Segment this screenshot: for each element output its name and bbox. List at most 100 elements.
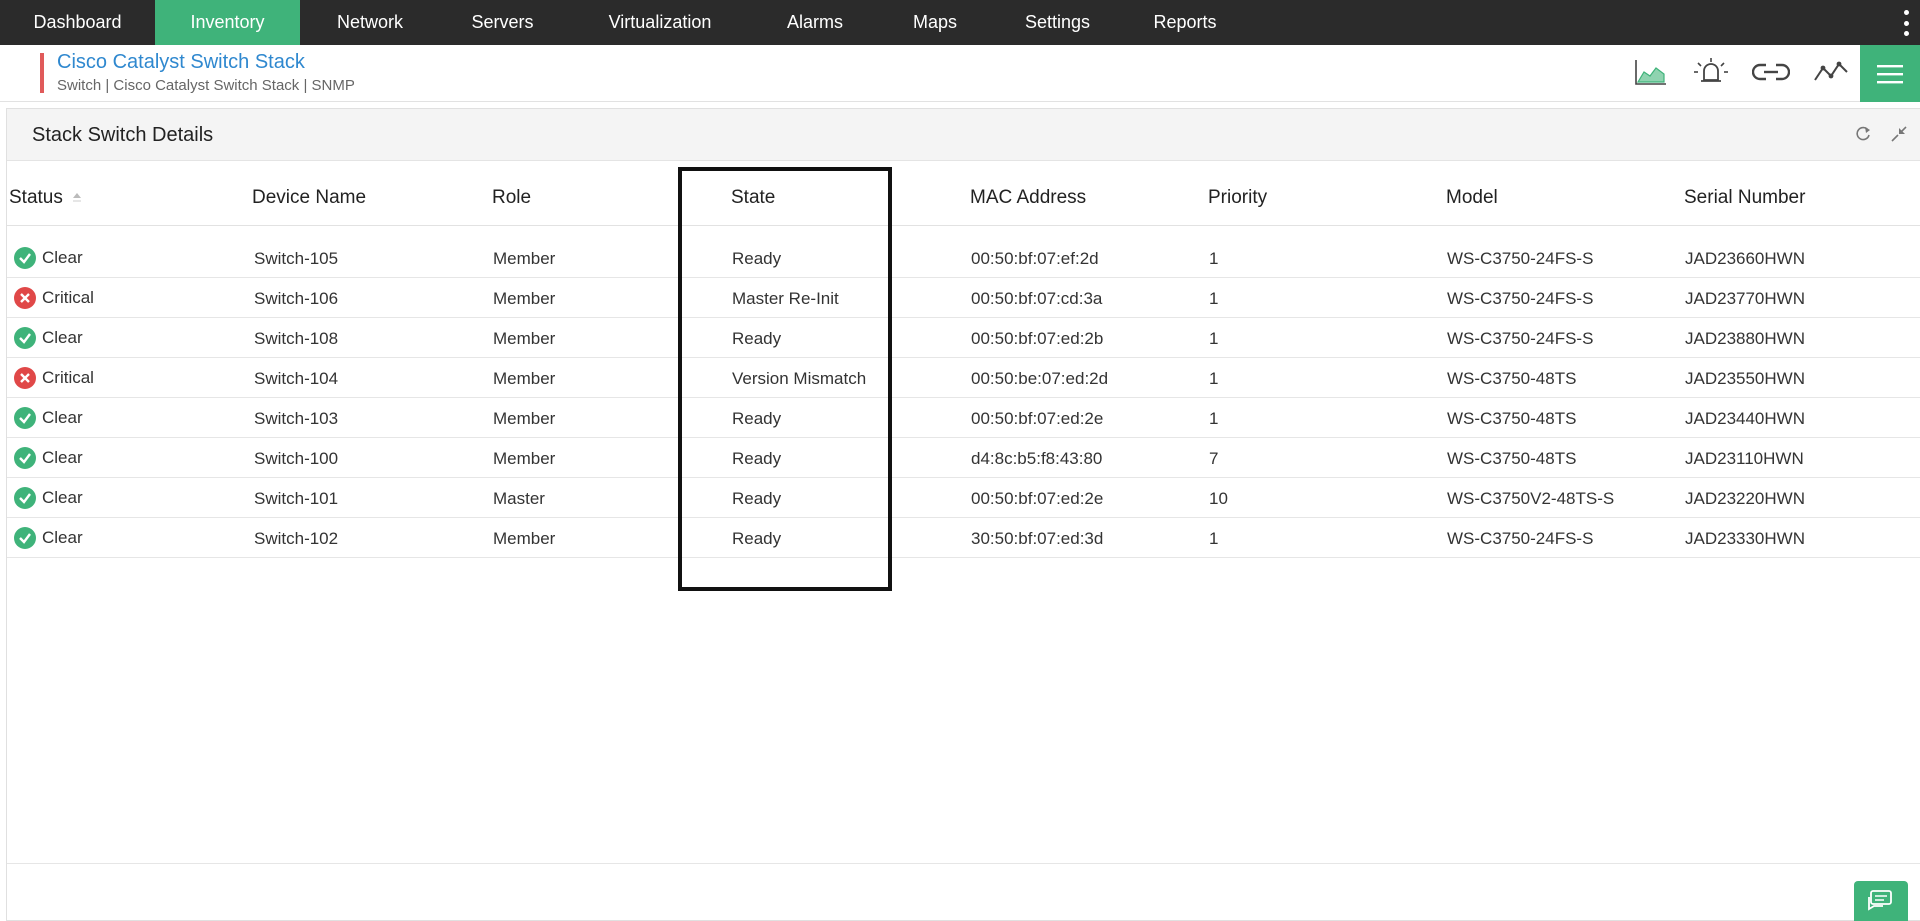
col-serial-number-header[interactable]: Serial Number (1684, 187, 1805, 209)
check-circle-icon (14, 447, 36, 469)
state-cell: Ready (732, 329, 782, 348)
device-name-cell[interactable]: Switch-108 (254, 329, 338, 349)
mac-address-cell: d4:8c:b5:f8:43:80 (971, 449, 1103, 468)
priority-cell: 1 (1209, 409, 1219, 428)
col-mac-address-header[interactable]: MAC Address (970, 187, 1086, 209)
col-status-header[interactable]: Status (9, 187, 82, 209)
collapse-icon[interactable] (1888, 123, 1910, 145)
device-subtitle: Switch | Cisco Catalyst Switch Stack | S… (57, 77, 355, 94)
priority-cell: 1 (1209, 529, 1219, 548)
priority-cell: 1 (1209, 249, 1219, 268)
table-row[interactable]: Clear Switch-100 Member Ready d4:8c:b5:f8:43… (7, 438, 1920, 478)
table-row[interactable]: Clear Switch-108 Member Ready 00:50:bf:07:ed… (7, 318, 1920, 358)
device-name-cell[interactable]: Switch-105 (254, 249, 338, 269)
table-row[interactable]: Clear Switch-102 Member Ready 30:50:bf:07:ed… (7, 518, 1920, 558)
table-row[interactable]: Clear Switch-105 Member Ready 00:50:bf:07:ef… (7, 238, 1920, 278)
model-cell: WS-C3750-24FS-S (1447, 529, 1594, 548)
nav-virtualization[interactable]: Virtualization (565, 0, 755, 45)
x-circle-icon (14, 287, 36, 309)
role-cell: Member (493, 289, 556, 308)
refresh-icon[interactable] (1852, 123, 1874, 145)
role-cell: Member (493, 449, 556, 468)
serial-number-cell: JAD23220HWN (1685, 489, 1805, 508)
header-icon-bar (1632, 53, 1850, 91)
col-device-name-header[interactable]: Device Name (252, 187, 366, 209)
device-header: Cisco Catalyst Switch Stack Switch | Cis… (0, 45, 1920, 102)
status-label: Clear (42, 328, 83, 347)
status-label: Critical (42, 288, 94, 307)
kebab-menu-icon[interactable] (1900, 10, 1912, 36)
area-chart-icon[interactable] (1632, 53, 1670, 91)
nav-reports[interactable]: Reports (1120, 0, 1250, 45)
nav-settings[interactable]: Settings (995, 0, 1120, 45)
serial-number-cell: JAD23660HWN (1685, 249, 1805, 268)
mac-address-cell: 00:50:bf:07:cd:3a (971, 289, 1103, 308)
status-label: Clear (42, 248, 83, 267)
device-accent-bar (40, 53, 44, 93)
device-title[interactable]: Cisco Catalyst Switch Stack (57, 51, 305, 74)
model-cell: WS-C3750-48TS (1447, 369, 1577, 388)
device-name-cell[interactable]: Switch-101 (254, 489, 338, 509)
panel-tools (1852, 123, 1910, 145)
priority-cell: 1 (1209, 329, 1219, 348)
role-cell: Master (493, 489, 545, 508)
status-cell: Critical (14, 287, 94, 309)
role-cell: Member (493, 409, 556, 428)
table-body: Clear Switch-105 Member Ready 00:50:bf:07:ef… (7, 238, 1920, 558)
col-model-header[interactable]: Model (1446, 187, 1498, 209)
status-cell: Clear (14, 527, 83, 549)
device-name-cell[interactable]: Switch-106 (254, 289, 338, 309)
check-circle-icon (14, 487, 36, 509)
status-label: Critical (42, 368, 94, 387)
device-name-cell[interactable]: Switch-104 (254, 369, 338, 389)
state-cell: Ready (732, 489, 782, 508)
table-row[interactable]: Critical Switch-104 Member Version Mismatch… (7, 358, 1920, 398)
stack-switch-panel: Stack Switch Details Status Device Name … (6, 108, 1920, 921)
state-cell: Ready (732, 249, 782, 268)
role-cell: Member (493, 249, 556, 268)
table-row[interactable]: Clear Switch-103 Member Ready 00:50:bf:07:ed… (7, 398, 1920, 438)
hamburger-menu-icon[interactable] (1860, 45, 1920, 102)
device-name-cell[interactable]: Switch-103 (254, 409, 338, 429)
alarm-bell-icon[interactable] (1692, 53, 1730, 91)
priority-cell: 10 (1209, 489, 1228, 508)
check-circle-icon (14, 527, 36, 549)
check-circle-icon (14, 407, 36, 429)
panel-title: Stack Switch Details (32, 124, 214, 146)
device-name-cell[interactable]: Switch-102 (254, 529, 338, 549)
role-cell: Member (493, 329, 556, 348)
role-cell: Member (493, 369, 556, 388)
nav-alarms[interactable]: Alarms (755, 0, 875, 45)
mac-address-cell: 00:50:be:07:ed:2d (971, 369, 1109, 388)
table-row[interactable]: Clear Switch-101 Master Ready 00:50:bf:07:ed… (7, 478, 1920, 518)
col-role-header[interactable]: Role (492, 187, 531, 209)
state-cell: Ready (732, 529, 782, 548)
top-nav: Dashboard Inventory Network Servers Virt… (0, 0, 1920, 45)
serial-number-cell: JAD23330HWN (1685, 529, 1805, 548)
mac-address-cell: 00:50:bf:07:ed:2e (971, 489, 1104, 508)
serial-number-cell: JAD23550HWN (1685, 369, 1805, 388)
status-cell: Clear (14, 447, 83, 469)
model-cell: WS-C3750-24FS-S (1447, 249, 1594, 268)
chat-icon[interactable] (1854, 881, 1908, 921)
status-cell: Critical (14, 367, 94, 389)
col-state-header[interactable]: State (731, 187, 775, 209)
priority-cell: 1 (1209, 289, 1219, 308)
nav-maps[interactable]: Maps (875, 0, 995, 45)
panel-footer-divider (7, 863, 1920, 864)
mac-address-cell: 30:50:bf:07:ed:3d (971, 529, 1104, 548)
link-icon[interactable] (1752, 53, 1790, 91)
status-label: Clear (42, 528, 83, 547)
device-name-cell[interactable]: Switch-100 (254, 449, 338, 469)
nav-servers[interactable]: Servers (440, 0, 565, 45)
trend-line-icon[interactable] (1812, 53, 1850, 91)
mac-address-cell: 00:50:bf:07:ed:2e (971, 409, 1104, 428)
sort-arrow-icon[interactable] (72, 187, 82, 209)
nav-network[interactable]: Network (300, 0, 440, 45)
nav-dashboard[interactable]: Dashboard (0, 0, 155, 45)
table-row[interactable]: Critical Switch-106 Member Master Re-Init 00… (7, 278, 1920, 318)
mac-address-cell: 00:50:bf:07:ed:2b (971, 329, 1104, 348)
col-priority-header[interactable]: Priority (1208, 187, 1267, 209)
nav-inventory[interactable]: Inventory (155, 0, 300, 45)
status-cell: Clear (14, 327, 83, 349)
